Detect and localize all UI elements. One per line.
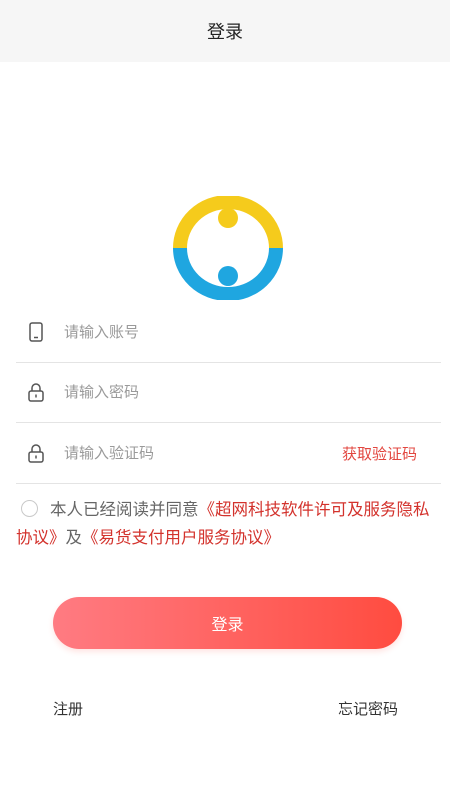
radio-unchecked-icon[interactable] [21, 500, 38, 517]
header-bar: 登录 [0, 0, 450, 62]
forgot-password-link[interactable]: 忘记密码 [338, 698, 398, 719]
account-input[interactable] [64, 323, 441, 341]
phone-icon [26, 322, 46, 342]
account-field [16, 302, 441, 363]
agreement-prefix: 本人已经阅读并同意 [50, 500, 199, 519]
payment-agreement-link[interactable]: 《易货支付用户服务协议》 [82, 528, 280, 547]
verification-code-input[interactable] [64, 444, 342, 462]
agreement-middle: 及 [65, 528, 83, 547]
get-code-button[interactable]: 获取验证码 [342, 443, 417, 464]
lock-icon [26, 443, 46, 463]
lock-icon [26, 382, 46, 402]
agreement-text: 本人已经阅读并同意《超网科技软件许可及服务隐私协议》及《易货支付用户服务协议》 [16, 496, 436, 552]
password-field [16, 362, 441, 423]
password-input[interactable] [64, 383, 441, 401]
app-logo [173, 196, 283, 300]
register-link[interactable]: 注册 [53, 698, 83, 719]
login-button[interactable]: 登录 [53, 597, 402, 649]
page-title: 登录 [207, 22, 243, 43]
verification-code-field: 获取验证码 [16, 423, 441, 484]
